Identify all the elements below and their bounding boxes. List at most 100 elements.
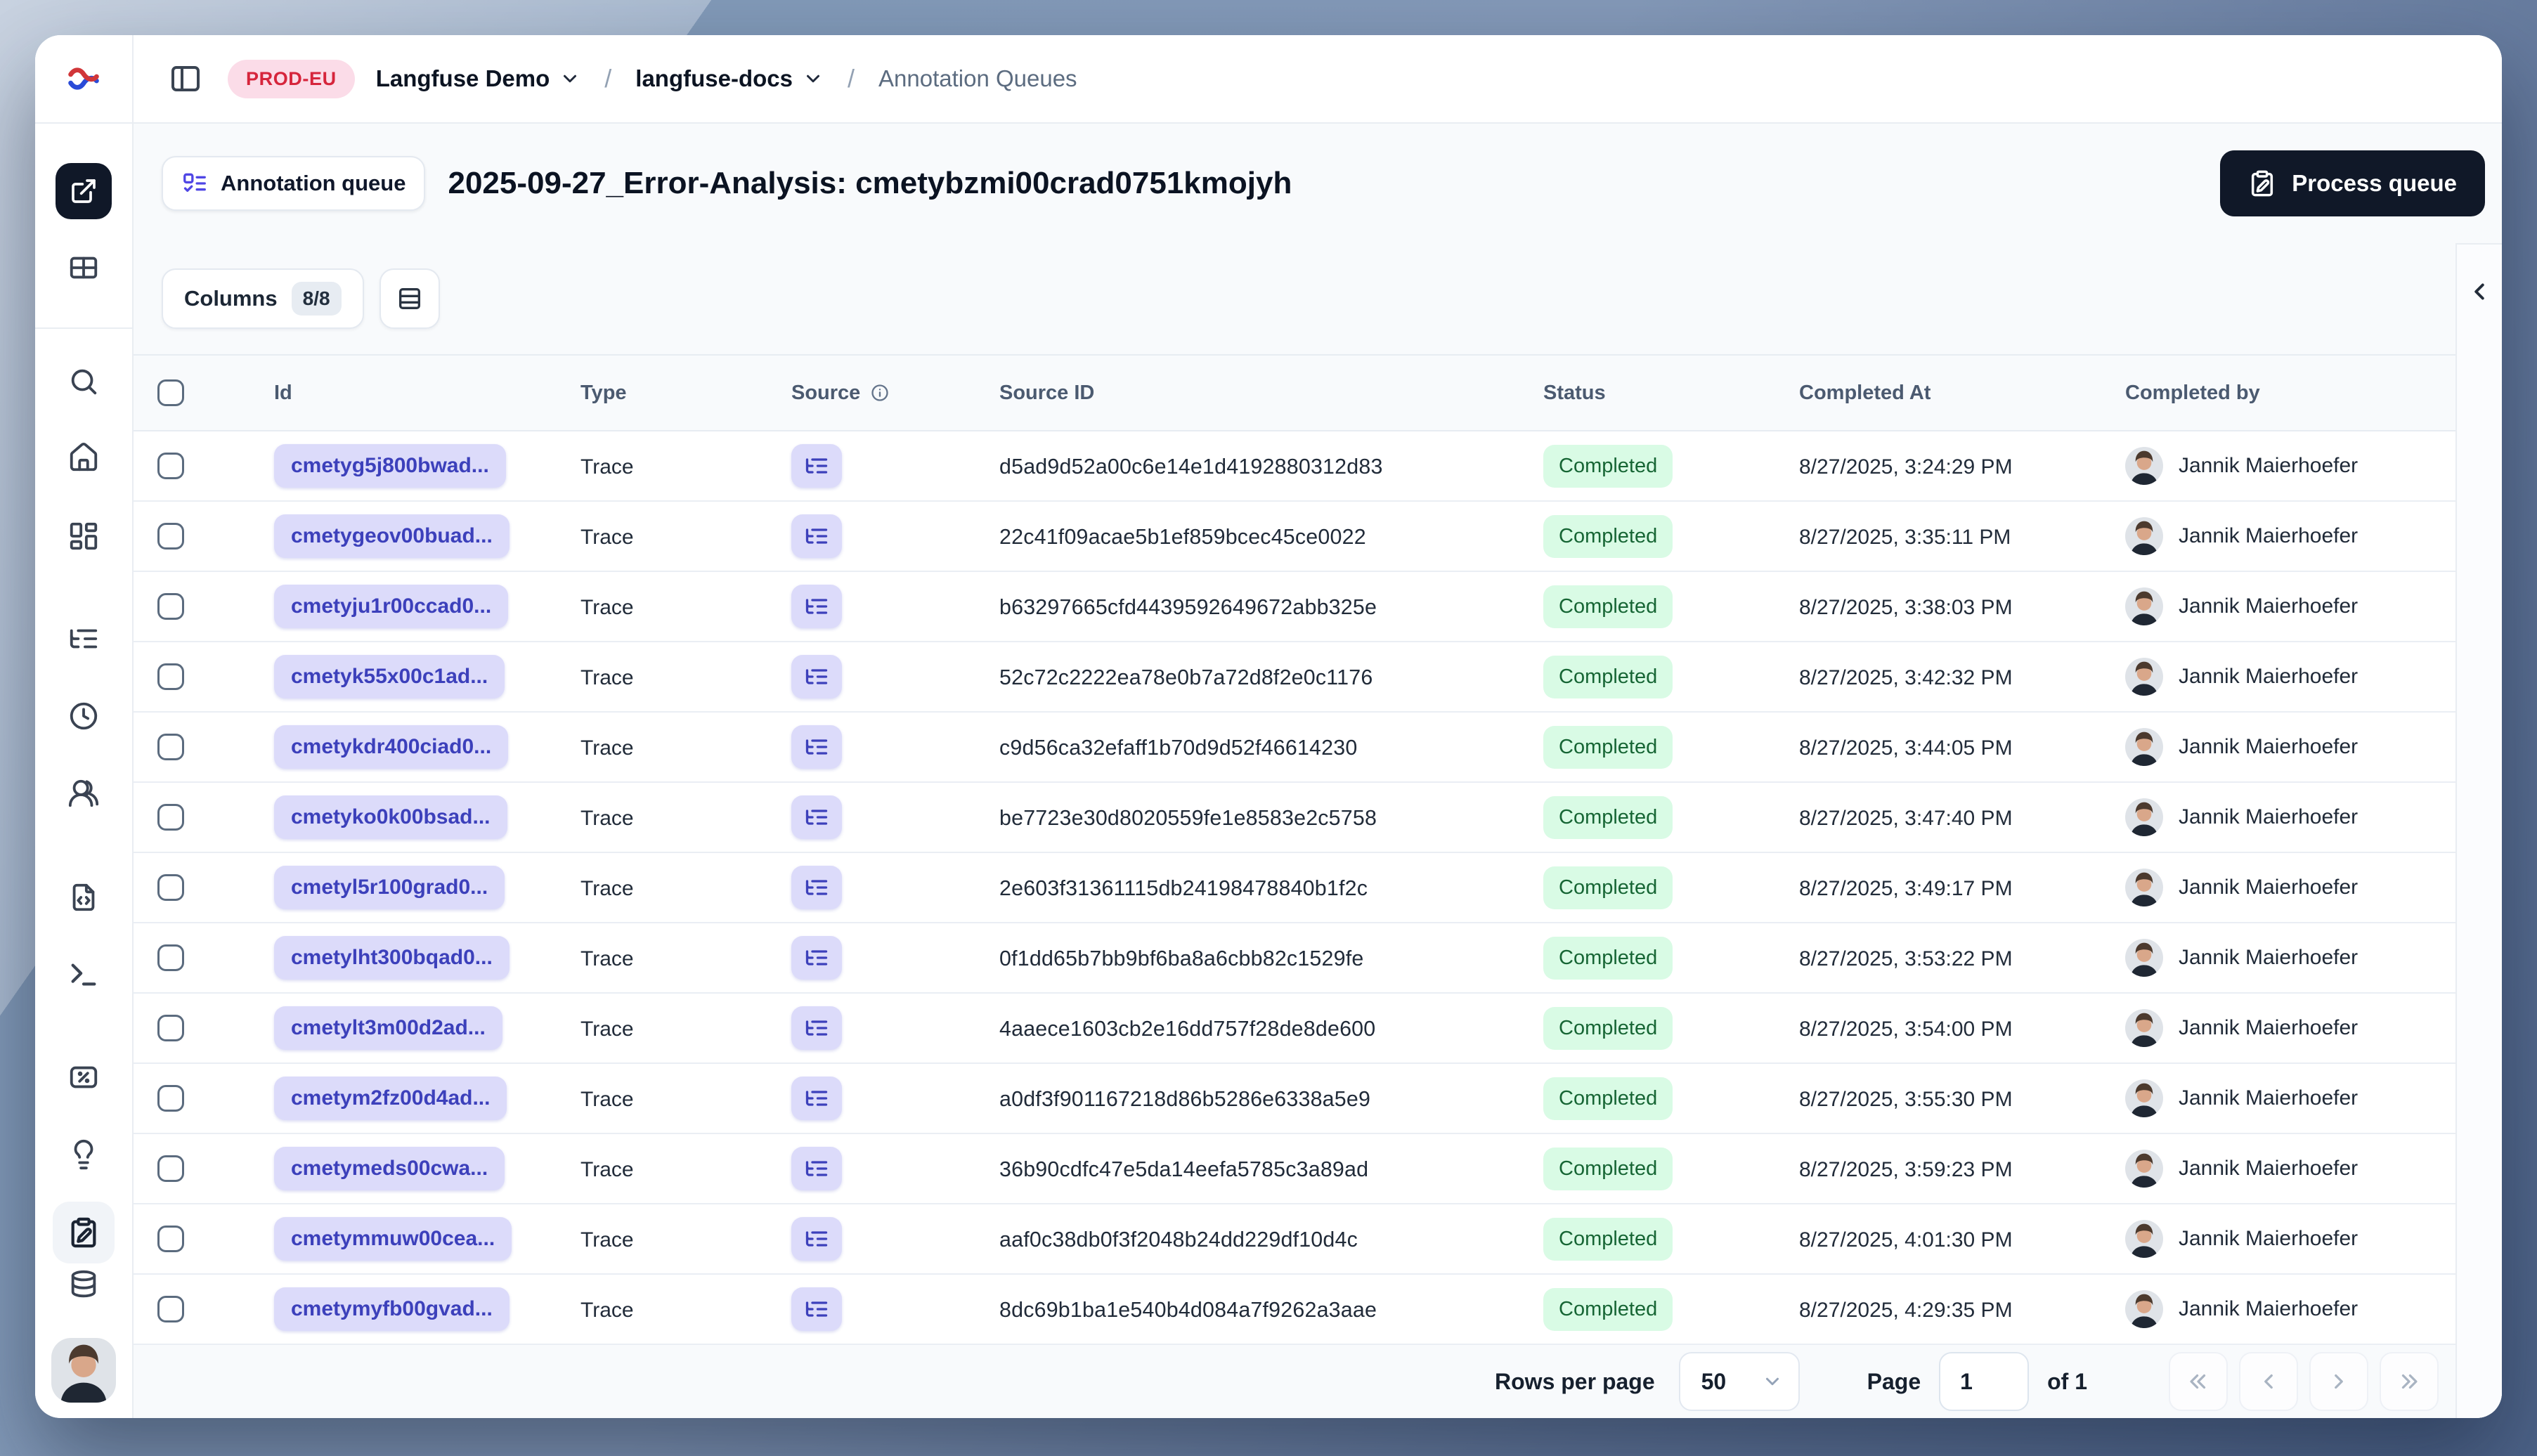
previous-page-button[interactable] [2239, 1352, 2298, 1411]
table-row[interactable]: cmetymyfb00gvad... Trace 8dc69b1ba1e540b… [134, 1275, 2455, 1345]
breadcrumb-project[interactable]: langfuse-docs [635, 65, 824, 92]
sidebar-item-tracing[interactable] [67, 623, 100, 655]
row-checkbox[interactable] [157, 1015, 184, 1041]
langfuse-logo[interactable] [35, 35, 134, 122]
column-header-type[interactable]: Type [580, 382, 791, 405]
rows-per-page-select[interactable]: 50 [1678, 1352, 1800, 1411]
column-header-completed-at[interactable]: Completed At [1799, 382, 2125, 405]
table-row[interactable]: cmetylht300bqad0... Trace 0f1dd65b7bb9bf… [134, 923, 2455, 994]
status-badge: Completed [1543, 1287, 1673, 1331]
table-row[interactable]: cmetymmuw00cea... Trace aaf0c38db0f3f204… [134, 1204, 2455, 1275]
sidebar-item-sessions[interactable] [67, 700, 100, 732]
environment-badge[interactable]: PROD-EU [228, 59, 355, 98]
trace-source-badge[interactable] [791, 1077, 842, 1120]
sidebar-item-annotation-queues[interactable] [53, 1202, 115, 1263]
row-checkbox[interactable] [157, 663, 184, 690]
trace-source-badge[interactable] [791, 1217, 842, 1261]
table-row[interactable]: cmetygeov00buad... Trace 22c41f09acae5b1… [134, 502, 2455, 572]
table-row[interactable]: cmetyl5r100grad0... Trace 2e603f31361115… [134, 853, 2455, 923]
row-id-badge[interactable]: cmetygeov00buad... [274, 514, 510, 558]
row-id-badge[interactable]: cmetymyfb00gvad... [274, 1287, 510, 1331]
sidebar-item-open-external[interactable] [56, 163, 112, 219]
column-header-status[interactable]: Status [1543, 382, 1799, 405]
row-id-badge[interactable]: cmetyk55x00c1ad... [274, 655, 505, 698]
trace-source-badge[interactable] [791, 655, 842, 698]
trace-source-badge[interactable] [791, 795, 842, 839]
table-row[interactable]: cmetyk55x00c1ad... Trace 52c72c2222ea78e… [134, 642, 2455, 713]
row-source-id: 36b90cdfc47e5da14eefa5785c3a89ad [999, 1157, 1369, 1181]
row-checkbox[interactable] [157, 734, 184, 760]
row-checkbox[interactable] [157, 453, 184, 479]
column-header-source-id[interactable]: Source ID [999, 382, 1543, 405]
column-header-source[interactable]: Source [791, 382, 890, 405]
next-page-button[interactable] [2309, 1352, 2368, 1411]
trace-source-badge[interactable] [791, 585, 842, 628]
row-id-badge[interactable]: cmetymmuw00cea... [274, 1217, 512, 1261]
table-row[interactable]: cmetykdr400ciad0... Trace c9d56ca32efaff… [134, 713, 2455, 783]
sidebar-item-users[interactable] [67, 777, 100, 810]
user-avatar[interactable] [51, 1338, 116, 1403]
row-checkbox[interactable] [157, 593, 184, 620]
sidebar-item-datasets[interactable] [67, 1269, 100, 1301]
sidebar-item-home[interactable] [67, 441, 100, 474]
page-number-input[interactable]: 1 [1939, 1352, 2030, 1411]
user-avatar-image [51, 1338, 116, 1403]
row-checkbox[interactable] [157, 874, 184, 901]
columns-button[interactable]: Columns 8/8 [162, 268, 364, 329]
sidebar-item-insights[interactable] [67, 1138, 100, 1171]
row-id-badge[interactable]: cmetylht300bqad0... [274, 936, 510, 980]
row-id-badge[interactable]: cmetylt3m00d2ad... [274, 1006, 502, 1050]
last-page-button[interactable] [2380, 1352, 2439, 1411]
trace-source-badge[interactable] [791, 725, 842, 769]
table-row[interactable]: cmetym2fz00d4ad... Trace a0df3f901167218… [134, 1064, 2455, 1134]
row-id-badge[interactable]: cmetykdr400ciad0... [274, 725, 509, 769]
first-page-button[interactable] [2169, 1352, 2228, 1411]
trace-source-badge[interactable] [791, 1147, 842, 1190]
select-all-checkbox[interactable] [157, 379, 184, 406]
row-id-badge[interactable]: cmetyko0k00bsad... [274, 795, 507, 839]
row-id-badge[interactable]: cmetyju1r00ccad0... [274, 585, 509, 628]
sidebar-item-evals[interactable] [67, 1061, 100, 1093]
sidebar-item-search[interactable] [67, 365, 100, 398]
column-header-id[interactable]: Id [274, 382, 580, 405]
table-row[interactable]: cmetymeds00cwa... Trace 36b90cdfc47e5da1… [134, 1134, 2455, 1204]
row-checkbox[interactable] [157, 804, 184, 831]
trace-source-badge[interactable] [791, 514, 842, 558]
sidebar-toggle-button[interactable] [164, 58, 207, 100]
table-footer: Rows per page 50 Page 1 of 1 [134, 1345, 2455, 1418]
trace-source-badge[interactable] [791, 936, 842, 980]
row-id-badge[interactable]: cmetymeds00cwa... [274, 1147, 505, 1190]
row-checkbox[interactable] [157, 523, 184, 550]
trace-source-badge[interactable] [791, 444, 842, 488]
table-row[interactable]: cmetylt3m00d2ad... Trace 4aaece1603cb2e1… [134, 994, 2455, 1064]
column-header-completed-by[interactable]: Completed by [2125, 382, 2455, 405]
sidebar-item-tables[interactable] [67, 252, 100, 284]
sidebar-item-playground[interactable] [67, 958, 100, 991]
row-id-badge[interactable]: cmetyl5r100grad0... [274, 866, 505, 909]
sidebar-item-prompts[interactable] [67, 881, 100, 914]
trace-source-badge[interactable] [791, 866, 842, 909]
page-total-label: of 1 [2047, 1368, 2087, 1394]
row-checkbox[interactable] [157, 1085, 184, 1112]
table-row[interactable]: cmetyg5j800bwad... Trace d5ad9d52a00c6e1… [134, 431, 2455, 502]
breadcrumb-org[interactable]: Langfuse Demo [376, 65, 581, 92]
row-checkbox[interactable] [157, 944, 184, 971]
trace-source-badge[interactable] [791, 1287, 842, 1331]
table-row[interactable]: cmetyko0k00bsad... Trace be7723e30d80205… [134, 783, 2455, 853]
list-tree-icon [805, 1301, 828, 1317]
row-id-badge[interactable]: cmetyg5j800bwad... [274, 444, 506, 488]
avatar [2125, 587, 2163, 625]
annotation-queue-badge[interactable]: Annotation queue [162, 156, 426, 211]
row-completed-at: 8/27/2025, 4:29:35 PM [1799, 1298, 2013, 1322]
row-checkbox[interactable] [157, 1296, 184, 1322]
row-height-button[interactable] [379, 268, 440, 329]
trace-source-badge[interactable] [791, 1006, 842, 1050]
table-row[interactable]: cmetyju1r00ccad0... Trace b63297665cfd44… [134, 572, 2455, 642]
expand-panel-button[interactable] [2466, 278, 2493, 305]
home-icon [70, 442, 98, 472]
sidebar-item-dashboards[interactable] [67, 520, 100, 552]
row-id-badge[interactable]: cmetym2fz00d4ad... [274, 1077, 507, 1120]
row-checkbox[interactable] [157, 1155, 184, 1182]
row-checkbox[interactable] [157, 1226, 184, 1252]
process-queue-button[interactable]: Process queue [2220, 150, 2485, 216]
